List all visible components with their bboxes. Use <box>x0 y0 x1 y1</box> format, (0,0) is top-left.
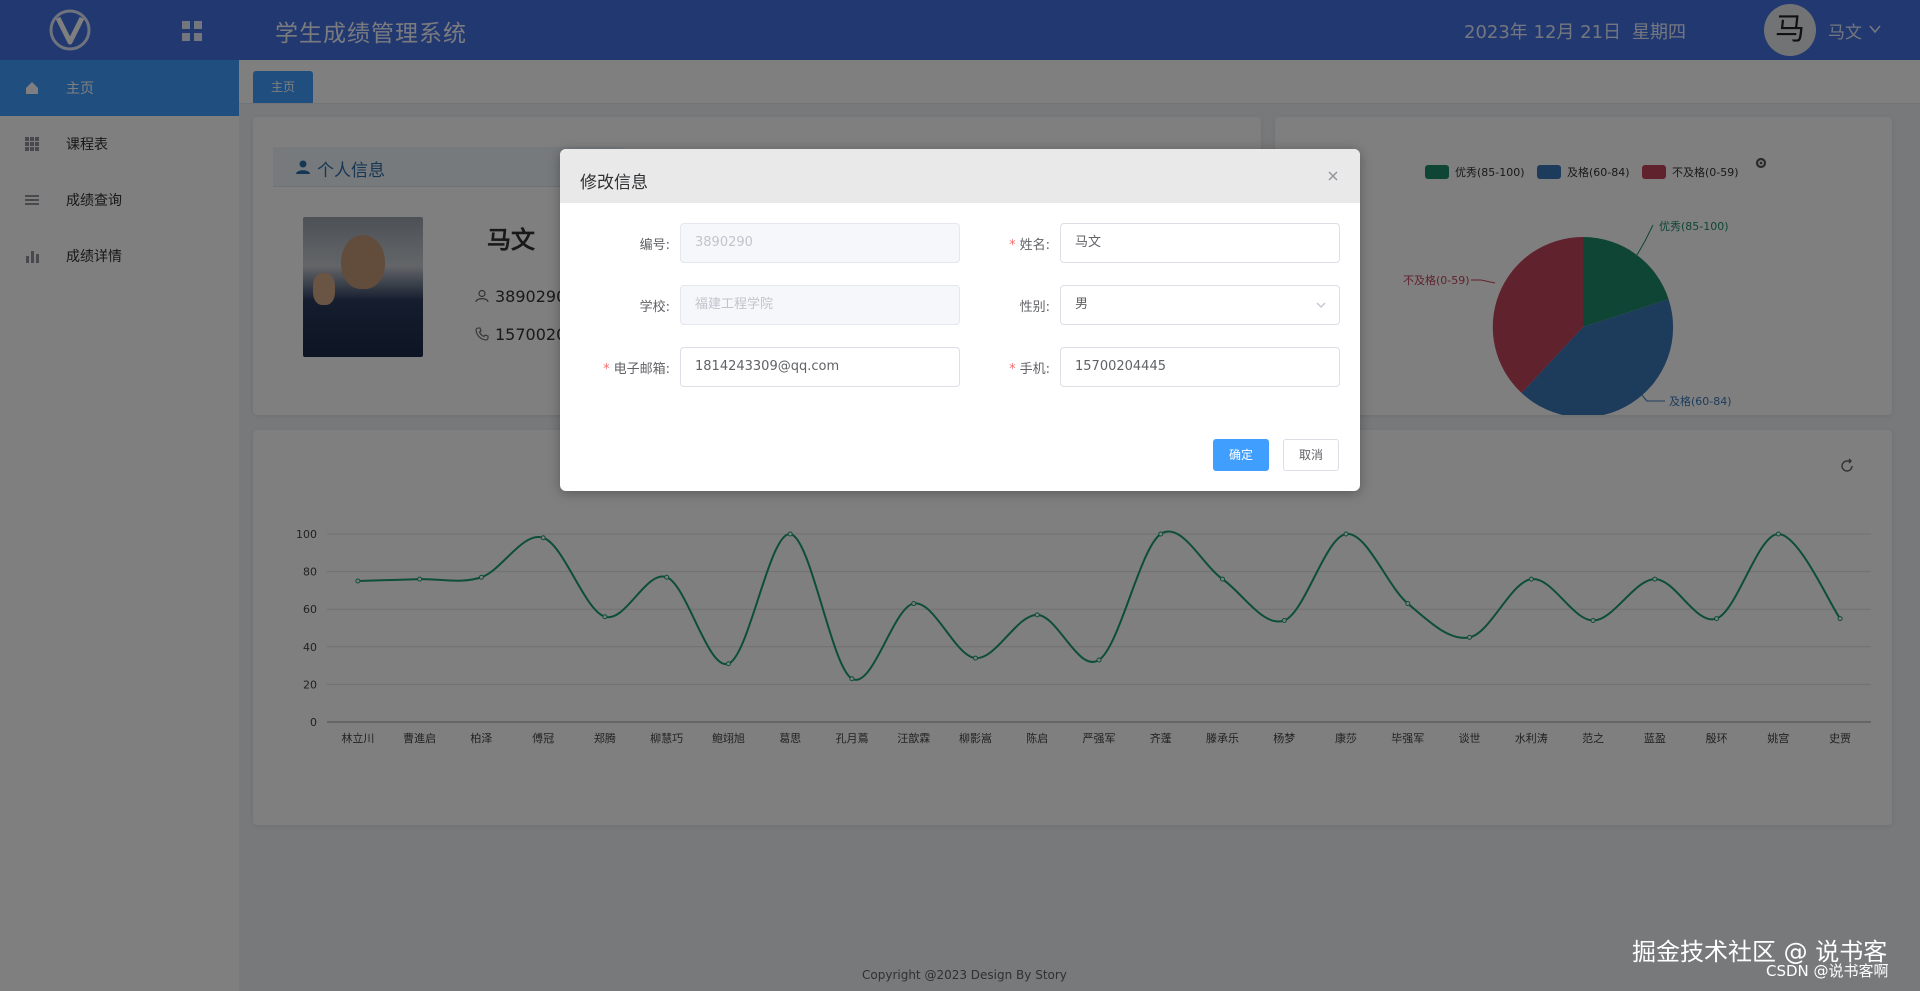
close-icon[interactable] <box>1326 169 1340 183</box>
name-label: * 姓名: <box>1009 238 1050 253</box>
email-input[interactable]: 1814243309@qq.com <box>680 347 960 387</box>
phone-input[interactable]: 15700204445 <box>1060 347 1340 387</box>
school-input[interactable]: 福建工程学院 <box>680 285 960 325</box>
gender-label: 性别: <box>1019 300 1050 315</box>
phone-label: * 手机: <box>1009 362 1050 377</box>
dialog-header: 修改信息 <box>560 149 1360 203</box>
cancel-button[interactable]: 取消 <box>1283 439 1339 471</box>
gender-select-value: 男 <box>1075 297 1089 312</box>
gender-select[interactable]: 男 <box>1060 285 1340 325</box>
id-input[interactable]: 3890290 <box>680 223 960 263</box>
watermark-sub: CSDN @说书客啊 <box>1766 962 1889 980</box>
name-input[interactable]: 马文 <box>1060 223 1340 263</box>
edit-info-dialog: 修改信息 编号: 3890290 * 姓名: 马文 学校: 福建工程学院 性别: … <box>560 149 1360 491</box>
school-label: 学校: <box>639 300 670 315</box>
email-label: * 电子邮箱: <box>603 362 670 377</box>
confirm-button[interactable]: 确定 <box>1213 439 1269 471</box>
id-label: 编号: <box>639 238 670 253</box>
chevron-down-icon <box>1316 302 1326 308</box>
dialog-title: 修改信息 <box>580 173 648 193</box>
